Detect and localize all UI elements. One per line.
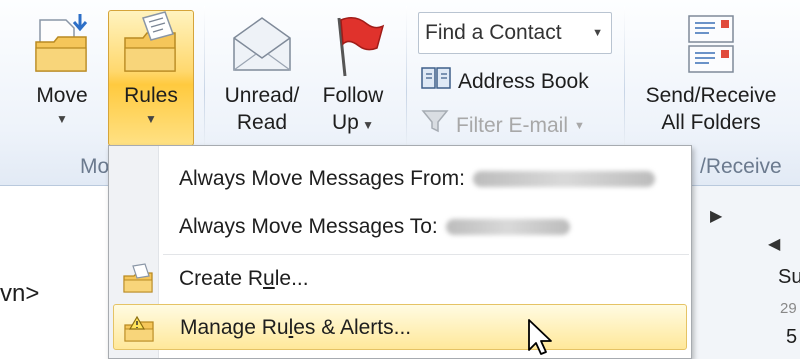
chevron-left-icon[interactable]: ◀ xyxy=(768,234,780,254)
manage-rules-icon xyxy=(122,311,156,345)
chevron-right-icon[interactable]: ▶ xyxy=(710,206,722,226)
unread-read-line1: Unread/ xyxy=(224,84,300,107)
move-button[interactable]: Move ▼ xyxy=(24,8,100,129)
chevron-down-icon: ▼ xyxy=(358,118,375,132)
calendar-day-header: Su xyxy=(778,266,800,288)
send-receive-all-button[interactable]: Send/Receive All Folders xyxy=(636,8,786,136)
rules-label: Rules xyxy=(124,84,178,107)
folder-move-icon xyxy=(30,8,94,82)
redacted-sender xyxy=(472,171,655,188)
chevron-down-icon[interactable]: ▼ xyxy=(592,13,603,53)
send-receive-line2: All Folders xyxy=(661,111,761,134)
red-flag-icon xyxy=(321,8,385,82)
menu-divider xyxy=(163,254,689,255)
menu-item-label: Create Rule... xyxy=(179,267,309,290)
funnel-icon xyxy=(420,108,450,143)
move-label: Move xyxy=(36,84,88,107)
menu-item-label: Manage Rules & Alerts... xyxy=(180,316,412,339)
address-book-icon xyxy=(420,64,452,99)
message-header-text: vn> xyxy=(0,280,40,307)
send-receive-icon xyxy=(679,8,743,82)
rules-button-content[interactable]: Rules ▼ xyxy=(110,8,192,129)
find-contact-text: Find a Contact xyxy=(425,21,562,44)
send-receive-line1: Send/Receive xyxy=(645,84,777,107)
menu-item-always-move-to[interactable]: Always Move Messages To: xyxy=(113,204,687,250)
follow-up-line2: Up xyxy=(331,111,359,134)
group-label-move: Mo xyxy=(80,155,110,178)
mouse-cursor-icon xyxy=(526,318,556,358)
envelope-icon xyxy=(230,8,294,82)
calendar-pane: ▶ ◀ Su 29 5 xyxy=(690,186,800,359)
follow-up-button[interactable]: Follow Up ▼ xyxy=(312,8,394,139)
rules-folder-icon xyxy=(119,8,183,82)
rules-dropdown-menu: Always Move Messages From: Always Move M… xyxy=(108,145,692,359)
address-book-label: Address Book xyxy=(458,69,589,93)
menu-item-manage-rules-alerts[interactable]: Manage Rules & Alerts... xyxy=(113,304,687,350)
chevron-down-icon: ▼ xyxy=(56,112,68,126)
menu-item-label: Always Move Messages From: xyxy=(179,167,465,190)
menu-item-always-move-from[interactable]: Always Move Messages From: xyxy=(113,156,687,202)
unread-read-line2: Read xyxy=(236,111,288,134)
address-book-button[interactable]: Address Book xyxy=(420,64,589,99)
create-rule-icon xyxy=(121,262,155,296)
calendar-date[interactable]: 5 xyxy=(786,326,797,349)
menu-item-label: Always Move Messages To: xyxy=(179,215,438,238)
chevron-down-icon: ▼ xyxy=(574,119,585,132)
calendar-date[interactable]: 29 xyxy=(780,300,797,317)
menu-item-create-rule[interactable]: Create Rule... xyxy=(113,256,687,302)
chevron-down-icon: ▼ xyxy=(145,112,157,126)
redacted-recipient xyxy=(445,219,570,236)
unread-read-button[interactable]: Unread/ Read xyxy=(216,8,308,136)
filter-email-label: Filter E-mail xyxy=(456,113,569,137)
group-label-send-receive: /Receive xyxy=(700,155,782,178)
follow-up-line1: Follow xyxy=(322,84,384,107)
find-contact-input[interactable]: Find a Contact ▼ xyxy=(418,12,612,54)
filter-email-button[interactable]: Filter E-mail ▼ xyxy=(420,108,585,143)
